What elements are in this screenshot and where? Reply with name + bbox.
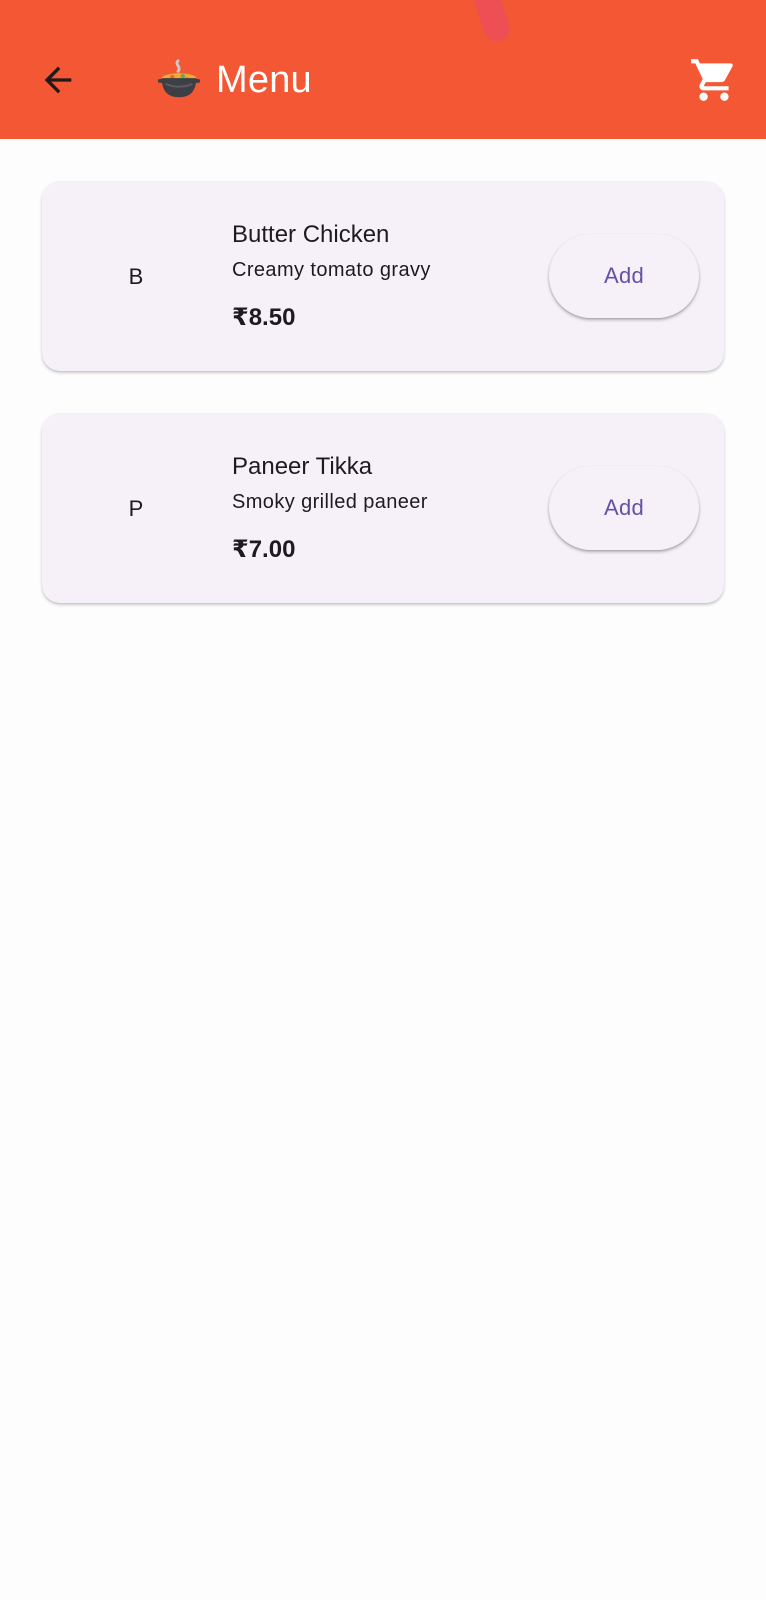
item-description: Creamy tomato gravy <box>232 259 431 281</box>
item-price: ₹8.50 <box>232 304 296 331</box>
item-avatar: B <box>128 264 144 289</box>
add-to-cart-button[interactable]: Add <box>549 234 699 318</box>
app-bar: Menu <box>0 0 766 139</box>
app-bar-title-group: Menu <box>156 54 312 106</box>
back-button[interactable] <box>30 52 86 108</box>
menu-item-card: B Butter Chicken Creamy tomato gravy ₹8.… <box>42 181 724 371</box>
item-avatar: P <box>128 496 144 521</box>
item-price: ₹7.00 <box>232 536 296 563</box>
item-description: Smoky grilled paneer <box>232 491 428 513</box>
item-name: Butter Chicken <box>232 221 390 248</box>
menu-item-card: P Paneer Tikka Smoky grilled paneer ₹7.0… <box>42 413 724 603</box>
pot-of-food-icon <box>157 59 201 98</box>
cart-button[interactable] <box>686 52 742 108</box>
add-to-cart-button[interactable]: Add <box>549 466 699 550</box>
arrow-back-icon <box>44 66 72 94</box>
shopping-cart-icon <box>691 59 733 101</box>
page-title: Menu <box>216 58 312 101</box>
item-name: Paneer Tikka <box>232 453 373 480</box>
app-bar-decoration <box>469 0 513 45</box>
